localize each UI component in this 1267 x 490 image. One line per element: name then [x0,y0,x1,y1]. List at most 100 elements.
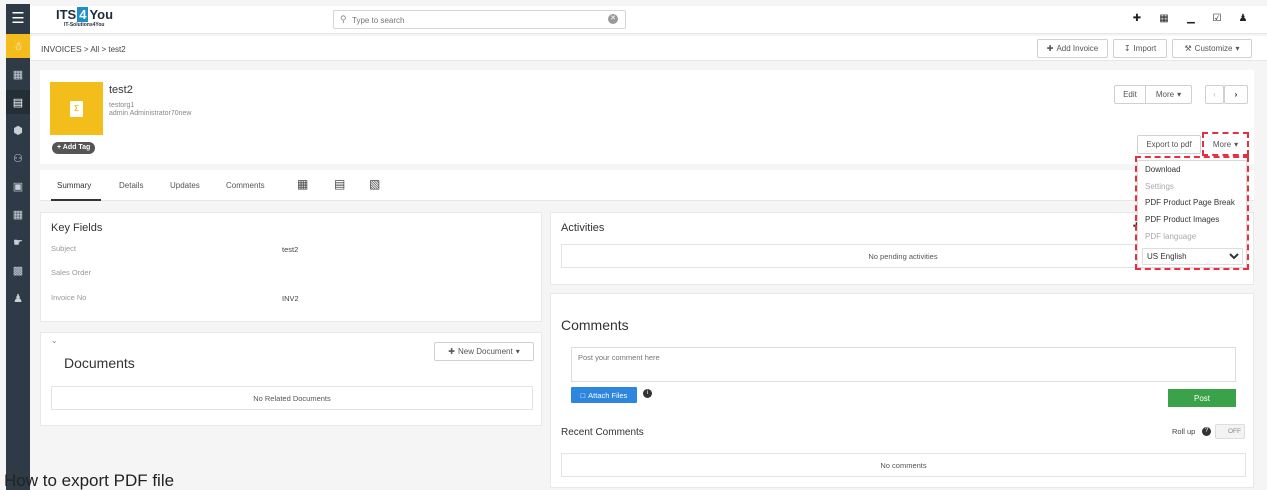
purchase-orders-icon[interactable]: ▦ [6,202,30,226]
field-label-subject: Subject [51,244,77,253]
post-comment-button[interactable]: Post [1168,389,1236,407]
key-fields-title: Key Fields [51,222,103,234]
menu-icon[interactable]: ☰ [6,4,30,32]
add-tag-button[interactable]: + Add Tag [52,142,96,154]
roll-up-help-icon[interactable]: ? [1202,427,1211,436]
comments-empty-state: No comments [561,453,1246,477]
previous-record-button[interactable]: ‹ [1205,85,1224,104]
user-profile-icon[interactable]: ♟ [1236,12,1250,26]
company-logo[interactable]: ITS 4 You IT-Solutions4You [56,7,136,33]
customize-button[interactable]: ⚒ Customize ▾ [1172,39,1252,58]
inventory-module-icon[interactable]: ☃ [6,34,30,58]
attachment-icon: □ [580,390,586,400]
record-owner: admin Administrator70new [109,110,192,117]
info-icon[interactable]: i [643,389,652,398]
edit-button[interactable]: Edit [1114,85,1146,104]
import-label: Import [1133,44,1157,53]
menu-item-settings: Settings [1145,182,1174,191]
products-icon[interactable]: ⬢ [6,118,30,142]
invoice-icon[interactable]: ▤ [6,90,30,114]
add-invoice-label: Add Invoice [1056,44,1099,53]
record-image-tile: Σ [50,82,103,135]
comments-panel: Comments □Attach Files i Post Recent Com… [550,293,1254,488]
menu-item-pdf-language-label: PDF language [1145,232,1197,241]
more-actions-label: More [1155,90,1175,99]
field-value-subject[interactable]: test2 [282,245,298,254]
breadcrumb-separator: > [83,45,89,54]
pdf-language-select[interactable]: US English [1142,248,1243,265]
breadcrumb-all[interactable]: All [90,45,99,54]
field-label-invoice-no: Invoice No [51,293,87,302]
new-document-button[interactable]: ✚ New Document ▾ [434,342,534,361]
field-value-invoice-no[interactable]: INV2 [282,294,299,303]
roll-up-label: Roll up [1172,427,1196,436]
record-header-card [40,70,1254,164]
wrench-icon: ⚒ [1184,44,1192,53]
attach-files-button[interactable]: □ Attach Files [571,387,637,403]
collapse-chevron-icon[interactable]: ⌄ [51,336,58,345]
tab-documents-icon[interactable]: ▤ [334,177,346,191]
active-tab-indicator [51,199,101,201]
export-to-pdf-button[interactable]: Export to pdf [1137,135,1201,154]
breadcrumb-module[interactable]: INVOICES [41,44,82,54]
logo-tagline: IT-Solutions4You [64,22,105,28]
search-icon: ⚲ [340,14,347,24]
tab-related-list-icon[interactable]: ▧ [369,177,381,191]
key-fields-panel: Key Fields Subject test2 Sales Order Inv… [40,212,542,322]
tab-updates[interactable]: Updates [170,181,200,190]
global-search[interactable]: ⚲ ✕ [333,10,626,29]
price-books-icon[interactable]: ▣ [6,174,30,198]
clear-search-icon[interactable]: ✕ [608,14,618,24]
recent-comments-title: Recent Comments [561,427,644,438]
quick-create-icon[interactable]: ✚ [1130,12,1144,26]
breadcrumb-separator: > [101,45,107,54]
assets-icon[interactable]: ▩ [6,258,30,282]
tab-calendar-icon[interactable]: ▦ [297,177,309,191]
tasks-icon[interactable]: ☑ [1210,12,1224,26]
breadcrumb-record: test2 [108,45,126,54]
attach-files-label: Attach Files [588,390,628,400]
menu-item-pdf-product-images[interactable]: PDF Product Images [1145,215,1219,224]
record-title: test2 [109,84,133,96]
tab-details[interactable]: Details [119,181,143,190]
breadcrumb: INVOICES > All > test2 [41,44,126,54]
top-bar [30,6,1267,34]
pdf-more-dropdown-menu: Download Settings PDF Product Page Break… [1137,160,1247,268]
reports-icon[interactable]: ▁ [1184,12,1198,26]
comments-title: Comments [561,317,629,333]
new-document-label: New Document [458,347,513,356]
contacts-icon[interactable]: ♟ [6,286,30,310]
documents-panel: ⌄ Documents ✚ New Document ▾ No Related Do… [40,332,542,426]
left-navigation-rail: ☰ ☃ ▦ ▤ ⬢ ⚇ ▣ ▦ ☛ ▩ ♟ [6,4,30,490]
caret-down-icon: ▾ [1235,44,1240,53]
vendors-icon[interactable]: ⚇ [6,146,30,170]
documents-empty-state: No Related Documents [51,386,533,410]
calendar-icon[interactable]: ▦ [1157,12,1171,26]
pdf-more-button[interactable]: More ▾ [1204,135,1247,154]
plus-icon: ✚ [1046,44,1054,53]
caption-text: How to export PDF file [4,471,175,490]
tab-summary[interactable]: Summary [57,181,91,190]
services-icon[interactable]: ☛ [6,230,30,254]
menu-item-download[interactable]: Download [1145,165,1181,174]
search-input[interactable] [352,13,602,27]
import-button[interactable]: ↧ Import [1113,39,1167,58]
logo-text-its: ITS [56,7,77,22]
caret-down-icon: ▾ [1177,90,1182,99]
more-actions-button[interactable]: More ▾ [1145,85,1192,104]
app-window: ☰ ☃ ▦ ▤ ⬢ ⚇ ▣ ▦ ☛ ▩ ♟ ITS 4 You IT-Solutio… [0,0,1267,490]
menu-item-pdf-product-page-break[interactable]: PDF Product Page Break [1145,198,1235,207]
logo-text-4: 4 [77,7,89,22]
record-tab-bar [40,170,1254,201]
logo-text-you: You [89,7,114,22]
quotes-icon[interactable]: ▦ [6,62,30,86]
invoice-document-icon: Σ [70,100,83,117]
add-invoice-button[interactable]: ✚ Add Invoice [1037,39,1108,58]
field-label-sales-order: Sales Order [51,268,92,277]
activities-title: Activities [561,222,605,234]
comment-textarea[interactable] [571,347,1236,382]
roll-up-toggle[interactable]: OFF [1215,424,1245,439]
tab-comments[interactable]: Comments [226,181,265,190]
record-account[interactable]: testorg1 [109,102,134,109]
next-record-button[interactable]: › [1224,85,1248,104]
